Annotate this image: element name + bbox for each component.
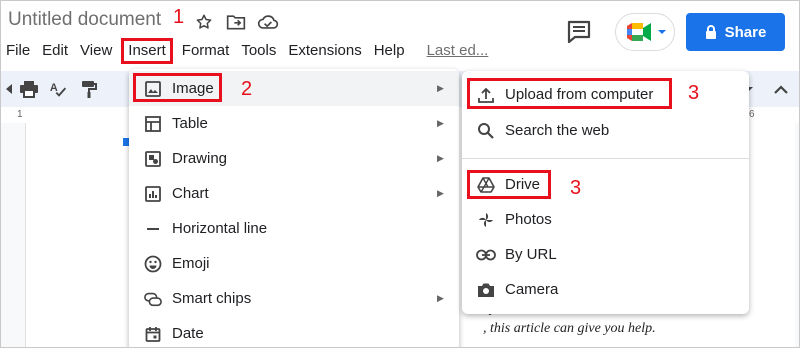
submenu-item-camera[interactable]: Camera <box>462 272 749 307</box>
submenu-item-search-web-label: Search the web <box>505 122 610 139</box>
annotation-step-3-drive: 3 <box>570 177 582 199</box>
menu-item-emoji-label: Emoji <box>172 255 210 272</box>
emoji-icon <box>144 255 162 273</box>
menu-bar: File Edit View Insert Format Tools Exten… <box>1 37 494 65</box>
menu-item-chart-label: Chart <box>172 185 209 202</box>
comments-button[interactable] <box>565 19 593 45</box>
paint-format-icon[interactable] <box>79 79 99 99</box>
date-icon <box>144 325 162 343</box>
menu-item-date[interactable]: Date <box>129 316 459 347</box>
submenu-item-photos[interactable]: Photos <box>462 202 749 237</box>
menu-item-smart-chips[interactable]: Smart chips ▶ <box>129 281 459 316</box>
menu-item-drawing-label: Drawing <box>172 150 228 167</box>
share-button[interactable]: Share <box>686 13 785 51</box>
menu-item-horizontal-line[interactable]: Horizontal line <box>129 211 459 246</box>
submenu-arrow-icon: ▶ <box>437 118 444 128</box>
spellcheck-icon[interactable]: A <box>49 79 69 99</box>
horizontal-line-icon <box>144 220 162 238</box>
share-label: Share <box>724 23 767 41</box>
app-window: Untitled document 1 Share File Edit View… <box>0 0 800 348</box>
menu-item-chart[interactable]: Chart ▶ <box>129 176 459 211</box>
smart-chips-icon <box>144 290 162 308</box>
menu-insert[interactable]: Insert <box>121 38 173 64</box>
menu-item-smart-chips-label: Smart chips <box>172 290 252 307</box>
menu-item-table[interactable]: Table ▶ <box>129 106 459 141</box>
star-icon[interactable] <box>193 11 215 33</box>
cloud-status-icon[interactable] <box>257 11 279 33</box>
menu-view[interactable]: View <box>74 38 118 64</box>
lock-icon <box>705 25 716 39</box>
image-submenu: Upload from computer 3 Search the web Dr… <box>462 71 749 314</box>
menu-format[interactable]: Format <box>176 38 236 64</box>
annotation-step-3-upload: 3 <box>688 82 700 104</box>
annotation-step-2: 2 <box>241 78 253 100</box>
menu-item-drawing[interactable]: Drawing ▶ <box>129 141 459 176</box>
menu-item-horizontal-line-label: Horizontal line <box>172 220 268 237</box>
chevron-down-icon <box>657 30 666 34</box>
menu-extensions[interactable]: Extensions <box>282 38 367 64</box>
submenu-arrow-icon: ▶ <box>437 293 444 303</box>
title-bar: Untitled document 1 Share <box>1 1 799 51</box>
link-icon <box>476 245 496 265</box>
comment-icon <box>567 20 591 44</box>
move-folder-icon[interactable] <box>225 11 247 33</box>
submenu-item-photos-label: Photos <box>505 211 552 228</box>
submenu-arrow-icon: ▶ <box>437 83 444 93</box>
submenu-arrow-icon: ▶ <box>437 188 444 198</box>
submenu-item-by-url-label: By URL <box>505 246 557 263</box>
print-icon[interactable] <box>19 79 39 99</box>
insert-menu: Image ▶ 2 Table ▶ Drawing ▶ Chart ▶ Hori… <box>129 69 459 347</box>
submenu-item-by-url[interactable]: By URL <box>462 237 749 272</box>
ruler-mark-1: 1 <box>17 109 23 120</box>
drawing-icon <box>144 150 162 168</box>
meet-icon <box>626 23 651 41</box>
submenu-arrow-icon: ▶ <box>437 153 444 163</box>
submenu-item-search-web[interactable]: Search the web <box>462 113 749 148</box>
undo-icon[interactable] <box>1 79 21 99</box>
menu-tools[interactable]: Tools <box>235 38 282 64</box>
camera-icon <box>476 280 496 300</box>
menu-edit[interactable]: Edit <box>36 38 74 64</box>
annotation-step-1: 1 <box>173 6 185 28</box>
submenu-item-camera-label: Camera <box>505 281 559 298</box>
photos-icon <box>476 210 496 230</box>
highlight-image <box>133 73 222 102</box>
menu-item-date-label: Date <box>172 325 204 342</box>
menu-item-table-label: Table <box>172 115 208 132</box>
table-icon <box>144 115 162 133</box>
collapse-menus-icon[interactable] <box>771 79 791 99</box>
menu-file[interactable]: File <box>1 38 36 64</box>
search-icon <box>476 121 496 141</box>
submenu-divider <box>462 158 749 159</box>
document-title[interactable]: Untitled document <box>8 9 161 31</box>
menu-help[interactable]: Help <box>368 38 411 64</box>
highlight-upload <box>467 78 672 109</box>
meet-button[interactable] <box>615 13 675 51</box>
menu-item-emoji[interactable]: Emoji <box>129 246 459 281</box>
chart-icon <box>144 185 162 203</box>
document-text-line-2: , this article can give you help. <box>483 321 656 336</box>
svg-text:A: A <box>50 82 58 94</box>
highlight-drive <box>467 170 551 199</box>
ruler-mark-6: 6 <box>749 109 755 120</box>
last-edit-link[interactable]: Last ed... <box>421 38 495 64</box>
